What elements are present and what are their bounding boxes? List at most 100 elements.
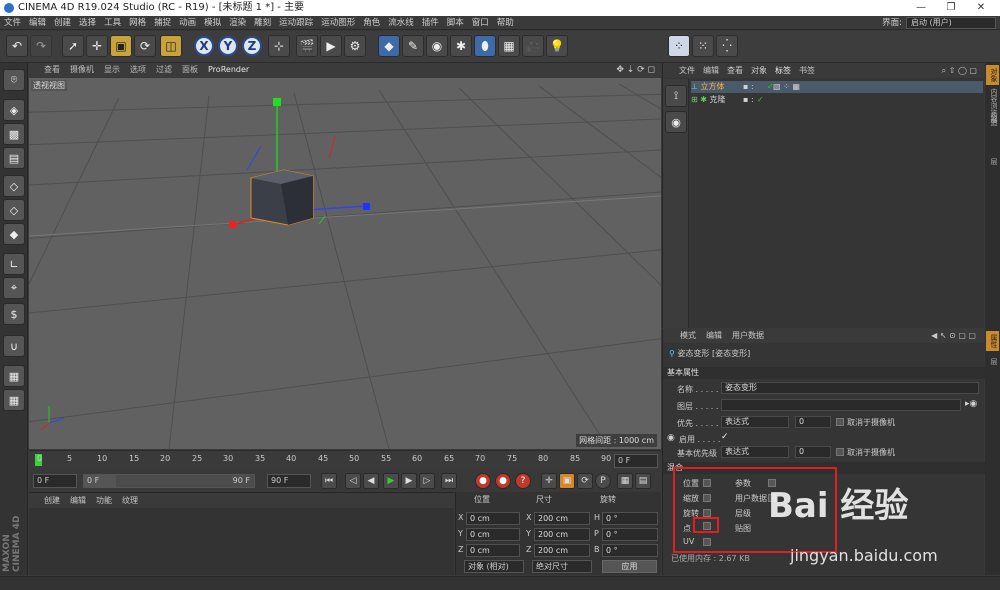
coord-mode-select[interactable]: 对象 (相对)	[464, 560, 524, 573]
layout-select[interactable]: 启动 (用户)	[906, 17, 996, 29]
menu-simulate[interactable]: 模拟	[200, 16, 225, 30]
hierarchy-icon[interactable]: ⟟	[665, 85, 687, 107]
next-key-icon[interactable]: ▷	[419, 473, 435, 489]
viewport-menu-camera[interactable]: 摄像机	[65, 63, 99, 77]
object-menu-file[interactable]: 文件	[675, 63, 699, 78]
planar-workplane-icon[interactable]: ▦	[3, 389, 25, 411]
scale-icon[interactable]: ▣	[110, 35, 132, 57]
priority-number[interactable]: 0	[795, 416, 831, 428]
viewport-menu-filter[interactable]: 过滤	[151, 63, 177, 77]
tab-attributes[interactable]: 属性	[986, 331, 999, 351]
rotation-b-field[interactable]: 0 °	[602, 544, 658, 557]
tag-icons[interactable]: ▧ ⁘ ▦	[773, 81, 800, 93]
lock-workplane-icon[interactable]: ▦	[3, 365, 25, 387]
object-menu-edit[interactable]: 编辑	[699, 63, 723, 78]
menu-create[interactable]: 创建	[50, 16, 75, 30]
light-icon[interactable]: 💡	[546, 35, 568, 57]
menu-file[interactable]: 文件	[0, 16, 25, 30]
menu-motion-tracking[interactable]: 运动跟踪	[275, 16, 317, 30]
menu-render[interactable]: 渲染	[225, 16, 250, 30]
visibility-dots[interactable]: ▪ :	[743, 81, 754, 93]
menu-edit[interactable]: 编辑	[25, 16, 50, 30]
play-icon[interactable]: ▶	[383, 473, 399, 489]
menu-pipeline[interactable]: 流水线	[384, 16, 418, 30]
menu-animate[interactable]: 动画	[175, 16, 200, 30]
enable-radio-icon[interactable]: ◉	[667, 433, 675, 443]
edges-icon[interactable]: ◇	[3, 199, 25, 221]
camera-dependent-checkbox-2[interactable]	[836, 448, 844, 456]
base-priority-select[interactable]: 表达式	[721, 446, 789, 458]
x-axis-icon[interactable]: X	[194, 36, 214, 56]
polygons-mode-icon[interactable]: ⁛	[716, 35, 738, 57]
object-menu-view[interactable]: 查看	[723, 63, 747, 78]
edges-mode-icon[interactable]: ⁙	[692, 35, 714, 57]
menu-character[interactable]: 角色	[359, 16, 384, 30]
3d-viewport[interactable]: 透视视图 网格间距 : 1000 cm	[29, 78, 661, 449]
rotation-h-field[interactable]: 0 °	[602, 512, 658, 525]
apply-button[interactable]: 应用	[602, 560, 657, 573]
deformer-icon[interactable]: ⬮	[474, 35, 496, 57]
prev-frame-icon[interactable]: ◀	[363, 473, 379, 489]
menu-script[interactable]: 脚本	[443, 16, 468, 30]
object-row-cube[interactable]: ⊥ 立方体 ▪ : ✓ ▧ ⁘ ▦	[691, 81, 983, 93]
z-axis-icon[interactable]: Z	[242, 36, 262, 56]
tab-layer[interactable]: 层	[986, 355, 999, 368]
recent-tool-icon[interactable]: ◫	[160, 35, 182, 57]
render-settings-icon[interactable]: ⚙	[344, 35, 366, 57]
goto-end-icon[interactable]: ⏭	[441, 473, 457, 489]
menu-mesh[interactable]: 网格	[125, 16, 150, 30]
viewport-nav-icons[interactable]: ✥ ⇣ ⟳ ◻	[616, 63, 655, 77]
position-y-field[interactable]: 0 cm	[466, 528, 520, 541]
position-x-field[interactable]: 0 cm	[466, 512, 520, 525]
menu-help[interactable]: 帮助	[493, 16, 518, 30]
size-y-field[interactable]: 200 cm	[534, 528, 590, 541]
points-mode-icon[interactable]: ⁘	[668, 35, 690, 57]
layer-picker-icon[interactable]: ▸◉	[965, 399, 977, 409]
tab-structure[interactable]: 构造	[986, 109, 999, 129]
rotation-p-field[interactable]: 0 °	[602, 528, 658, 541]
tab-layers[interactable]: 层	[986, 155, 999, 168]
keyframe-selection-icon[interactable]: ?	[515, 473, 531, 489]
undo-icon[interactable]: ↶	[6, 35, 28, 57]
menu-sculpt[interactable]: 雕刻	[250, 16, 275, 30]
camera-dependent-checkbox[interactable]	[836, 418, 844, 426]
render-view-icon[interactable]: 🎬	[296, 35, 318, 57]
menu-mograph[interactable]: 运动图形	[317, 16, 359, 30]
position-z-field[interactable]: 0 cm	[466, 544, 520, 557]
make-editable-icon[interactable]: ⌾	[3, 69, 25, 91]
texture-mode-icon[interactable]: ▩	[3, 123, 25, 145]
current-frame-field[interactable]: 0 F	[614, 454, 658, 468]
attr-nav-icons[interactable]: ◀ ↖ ⊙ ▢ ▢	[926, 329, 981, 343]
key-scale-icon[interactable]: ▣	[559, 473, 575, 489]
y-axis-icon[interactable]: Y	[218, 36, 238, 56]
visibility-dots[interactable]: ▪ :	[743, 94, 754, 106]
viewport-menu-display[interactable]: 显示	[99, 63, 125, 77]
object-menu-bookmarks[interactable]: 书签	[795, 63, 819, 78]
object-menu-tags[interactable]: 标签	[771, 63, 795, 78]
menu-select[interactable]: 选择	[75, 16, 100, 30]
next-frame-icon[interactable]: ▶	[401, 473, 417, 489]
maximize-button[interactable]: ❐	[936, 0, 966, 16]
object-row-cloner[interactable]: ⊞ ✱ 克隆 ▪ : ✓	[691, 94, 983, 106]
timeline-ruler[interactable]: 0 5 10 15 20 25 30 35 40 45 50 55 60 65 …	[29, 450, 661, 470]
attr-menu-mode[interactable]: 模式	[675, 329, 701, 343]
range-end-field[interactable]: 90 F	[115, 474, 255, 488]
snap-icon[interactable]: $	[3, 303, 25, 325]
size-x-field[interactable]: 200 cm	[534, 512, 590, 525]
subdivision-icon[interactable]: ◉	[426, 35, 448, 57]
magnet-icon[interactable]: ∪	[3, 335, 25, 357]
viewport-menu-panel[interactable]: 面板	[177, 63, 203, 77]
model-mode-icon[interactable]: ◈	[3, 99, 25, 121]
tweak-icon[interactable]: ⌖	[3, 277, 25, 299]
workplane-icon[interactable]: ▤	[3, 147, 25, 169]
enabled-check[interactable]: ✓	[757, 94, 764, 106]
coordinate-system-icon[interactable]: ⊹	[268, 35, 290, 57]
tab-objects[interactable]: 对象	[986, 65, 999, 85]
record-active-icon[interactable]: ●	[475, 473, 491, 489]
material-menu-edit[interactable]: 编辑	[65, 493, 91, 508]
mograph-icon[interactable]: ✱	[450, 35, 472, 57]
base-priority-number[interactable]: 0	[795, 446, 831, 458]
viewport-menu-view[interactable]: 查看	[39, 63, 65, 77]
key-pla-icon[interactable]: ▦	[617, 473, 633, 489]
minimize-button[interactable]: —	[906, 0, 936, 16]
